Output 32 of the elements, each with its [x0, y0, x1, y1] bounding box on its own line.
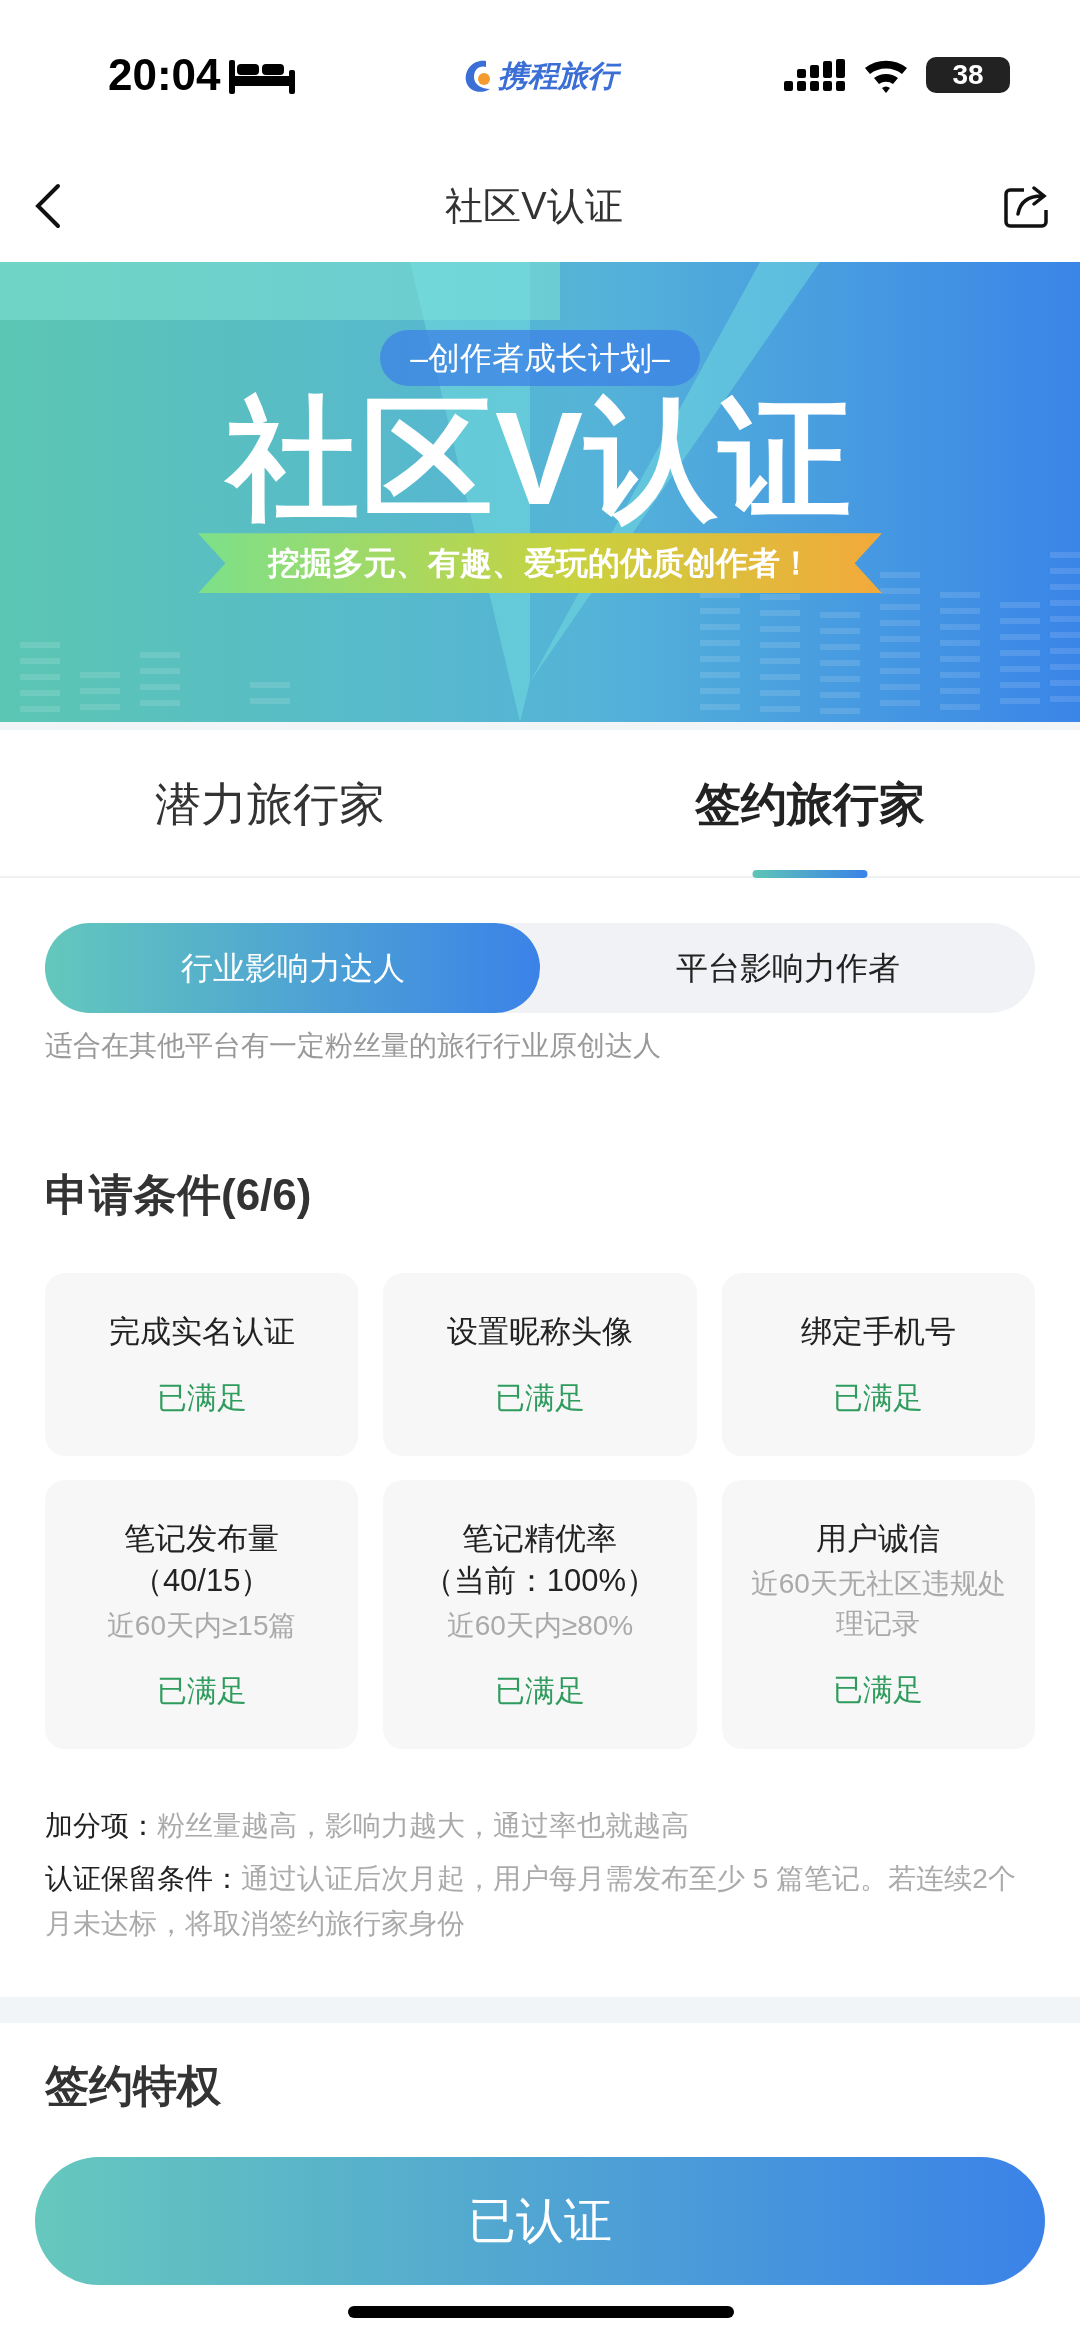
note-text: 认证保留条件：通过认证后次月起，用户每月需发布至少 5 篇笔记。若连续2个月未达标，将取消签约旅行家身份 [45, 1861, 1017, 1941]
condition-title: 完成实名认证 [108, 1313, 295, 1351]
section-title: 申请条件(6/6) [45, 1169, 313, 1221]
condition-value: （当前：100%） [422, 1561, 658, 1600]
condition-title: 笔记发布量 [124, 1519, 280, 1558]
condition-status: 已满足 [833, 1379, 924, 1416]
condition-title: 设置昵称头像 [447, 1313, 633, 1351]
condition-status: 已满足 [156, 1673, 247, 1710]
condition-requirement: 近60天内≥80% [445, 1608, 635, 1643]
condition-status: 已满足 [833, 1671, 924, 1708]
note-text: 加分项：粉丝量越高，影响力越大，通过率也就越高 [45, 1809, 690, 1844]
page-title: 社区V认证 [445, 183, 623, 229]
condition-title: 用户诚信 [816, 1519, 941, 1558]
condition-title: 笔记精优率 [462, 1519, 618, 1558]
section-title: 签约特权 [45, 2059, 222, 2112]
banner-title: 社区V认证 [226, 386, 853, 532]
condition-value: （40/15） [131, 1561, 272, 1600]
segment-description: 适合在其他平台有一定粉丝量的旅行行业原创达人 [45, 1029, 662, 1063]
banner-kicker: –创作者成长计划– [380, 330, 700, 386]
tab[interactable]: 签约旅行家 [540, 730, 1080, 878]
signal-icon [784, 59, 846, 91]
tab[interactable]: 潜力旅行家 [0, 730, 540, 878]
condition-status: 已满足 [495, 1673, 585, 1710]
status-time: 20:04 [108, 49, 221, 101]
condition-requirement: 近60天内≥15篇 [105, 1608, 298, 1643]
condition-status: 已满足 [156, 1379, 247, 1416]
banner-slogan: 挖掘多元、有趣、爱玩的优质创作者！ [198, 533, 882, 594]
battery-level-text: 38 [951, 58, 985, 92]
condition-title: 绑定手机号 [800, 1313, 956, 1351]
segment-option[interactable]: 平台影响力作者 [540, 923, 1035, 1013]
condition-requirement: 近60天无社区违规处理记录 [749, 1566, 1007, 1642]
condition-status: 已满足 [495, 1379, 585, 1416]
